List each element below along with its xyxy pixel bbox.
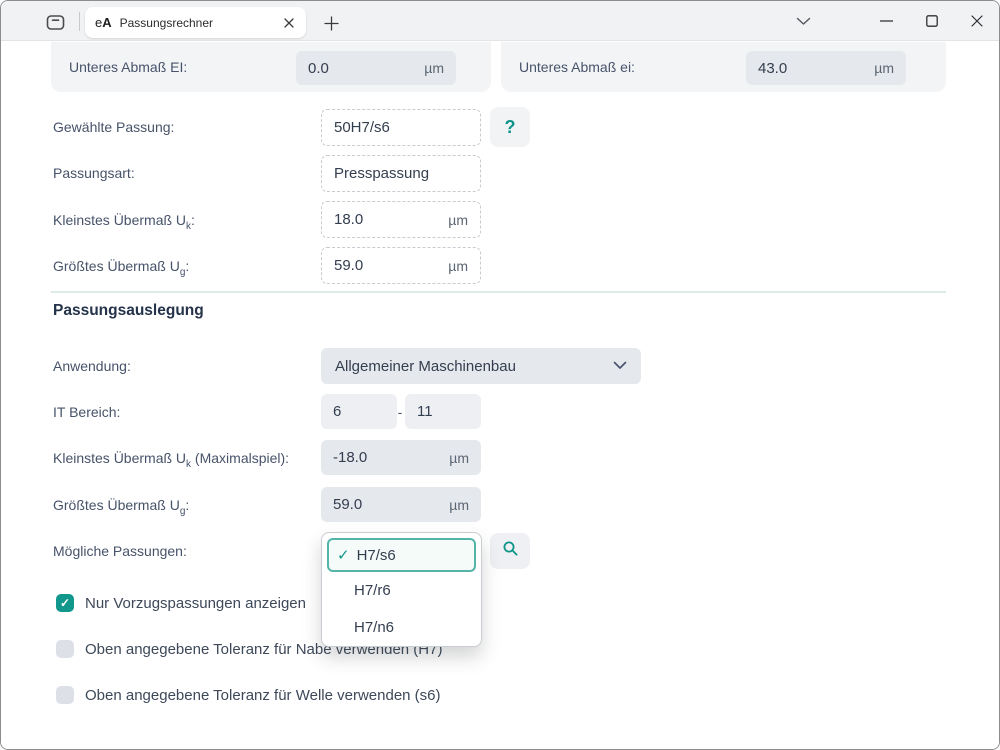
check-icon: ✓	[337, 546, 350, 564]
checkbox-unchecked-icon[interactable]	[56, 640, 74, 658]
tab-workspaces-icon[interactable]	[43, 12, 67, 32]
uk-maximalspiel-unit: µm	[449, 450, 469, 466]
uebermass-uk-value: 18.0	[334, 211, 363, 228]
dropdown-option-label: H7/s6	[357, 547, 396, 564]
unteres-abmass-ei-unit: µm	[874, 60, 894, 76]
unteres-abmass-ei-value: 43.0	[758, 60, 787, 77]
design-ug-field[interactable]: 59.0 µm	[321, 487, 481, 522]
search-icon	[502, 540, 519, 562]
checkbox-label[interactable]: Oben angegebene Toleranz für Welle verwe…	[85, 687, 441, 704]
checkbox-label[interactable]: Nur Vorzugspassungen anzeigen	[85, 595, 306, 612]
browser-tab-active[interactable]: eA Passungsrechner	[85, 7, 306, 38]
dropdown-option[interactable]: H7/r6	[327, 572, 476, 609]
panel-unteres-abmass-ei: Unteres Abmaß ei: 43.0 µm	[501, 42, 946, 92]
anwendung-label: Anwendung:	[53, 358, 131, 374]
passungsart-label: Passungsart:	[53, 165, 135, 181]
checkbox-unchecked-icon[interactable]	[56, 686, 74, 704]
unteres-abmass-ei-field[interactable]: 43.0 µm	[746, 51, 906, 85]
window-close-button[interactable]	[954, 1, 1000, 41]
moegliche-passungen-label: Mögliche Passungen:	[53, 543, 187, 559]
uk-maximalspiel-field[interactable]: -18.0 µm	[321, 440, 481, 475]
browser-titlebar: eA Passungsrechner	[1, 1, 999, 41]
uk-maximalspiel-label: Kleinstes Übermaß Uk (Maximalspiel):	[53, 450, 289, 470]
it-bereich-label: IT Bereich:	[53, 404, 120, 420]
chrome-separator	[79, 12, 80, 31]
gewaehlte-passung-field[interactable]: 50H7/s6	[321, 109, 481, 146]
passungsart-value: Presspassung	[334, 165, 429, 182]
passungsart-field[interactable]: Presspassung	[321, 155, 481, 192]
uebermass-uk-label: Kleinstes Übermaß Uk:	[53, 212, 195, 232]
uebermass-uk-field[interactable]: 18.0 µm	[321, 201, 481, 238]
it-bereich-from-value: 6	[333, 403, 341, 420]
design-ug-value: 59.0	[333, 496, 362, 513]
browser-window: eA Passungsrechner Unteres Abmaß EI:	[0, 0, 1000, 750]
uebermass-ug-label: Größtes Übermaß Ug:	[53, 258, 189, 278]
unteres-abmass-ei-label: Unteres Abmaß ei:	[519, 42, 635, 92]
uk-maximalspiel-value: -18.0	[333, 449, 367, 466]
uebermass-ug-value: 59.0	[334, 257, 363, 274]
dropdown-option-selected[interactable]: ✓ H7/s6	[327, 538, 476, 572]
it-bereich-to-field[interactable]: 11	[405, 394, 481, 429]
section-divider	[51, 291, 946, 293]
new-tab-button[interactable]	[321, 13, 341, 33]
search-button[interactable]	[490, 533, 530, 569]
panel-unteres-abmass-EI: Unteres Abmaß EI: 0.0 µm	[51, 42, 491, 92]
tab-favicon: eA	[95, 15, 112, 30]
dropdown-option-label: H7/n6	[354, 619, 394, 636]
dropdown-option-label: H7/r6	[354, 582, 391, 599]
uebermass-ug-field[interactable]: 59.0 µm	[321, 247, 481, 284]
window-minimize-button[interactable]	[863, 1, 909, 41]
design-ug-unit: µm	[449, 497, 469, 513]
chevron-down-icon	[613, 357, 627, 375]
gewaehlte-passung-value: 50H7/s6	[334, 119, 390, 136]
page-content: Unteres Abmaß EI: 0.0 µm Unteres Abmaß e…	[1, 42, 999, 750]
uebermass-ug-unit: µm	[448, 258, 468, 274]
help-button[interactable]: ?	[490, 107, 530, 147]
it-bereich-to-value: 11	[417, 403, 433, 420]
it-bereich-separator: -	[395, 394, 405, 429]
anwendung-select[interactable]: Allgemeiner Maschinenbau	[321, 348, 641, 384]
window-menu-chevron-icon[interactable]	[780, 1, 826, 41]
it-bereich-from-field[interactable]: 6	[321, 394, 397, 429]
unteres-abmass-EI-value: 0.0	[308, 60, 329, 77]
unteres-abmass-EI-unit: µm	[424, 60, 444, 76]
gewaehlte-passung-label: Gewählte Passung:	[53, 119, 174, 135]
uebermass-uk-unit: µm	[448, 212, 468, 228]
tab-close-icon[interactable]	[280, 14, 298, 32]
unteres-abmass-EI-field[interactable]: 0.0 µm	[296, 51, 456, 85]
checkbox-checked-icon[interactable]: ✓	[56, 594, 74, 612]
checkbox-row-vorzugspassungen[interactable]: ✓ Nur Vorzugspassungen anzeigen	[56, 594, 306, 612]
design-ug-label: Größtes Übermaß Ug:	[53, 497, 189, 517]
window-maximize-button[interactable]	[909, 1, 955, 41]
anwendung-value: Allgemeiner Maschinenbau	[335, 358, 516, 375]
moegliche-passungen-dropdown: ✓ H7/s6 H7/r6 H7/n6	[321, 532, 482, 647]
dropdown-option[interactable]: H7/n6	[327, 609, 476, 646]
section-title: Passungsauslegung	[53, 302, 204, 320]
unteres-abmass-EI-label: Unteres Abmaß EI:	[69, 42, 187, 92]
checkbox-row-toleranz-welle[interactable]: Oben angegebene Toleranz für Welle verwe…	[56, 686, 441, 704]
tab-title: Passungsrechner	[120, 16, 280, 30]
